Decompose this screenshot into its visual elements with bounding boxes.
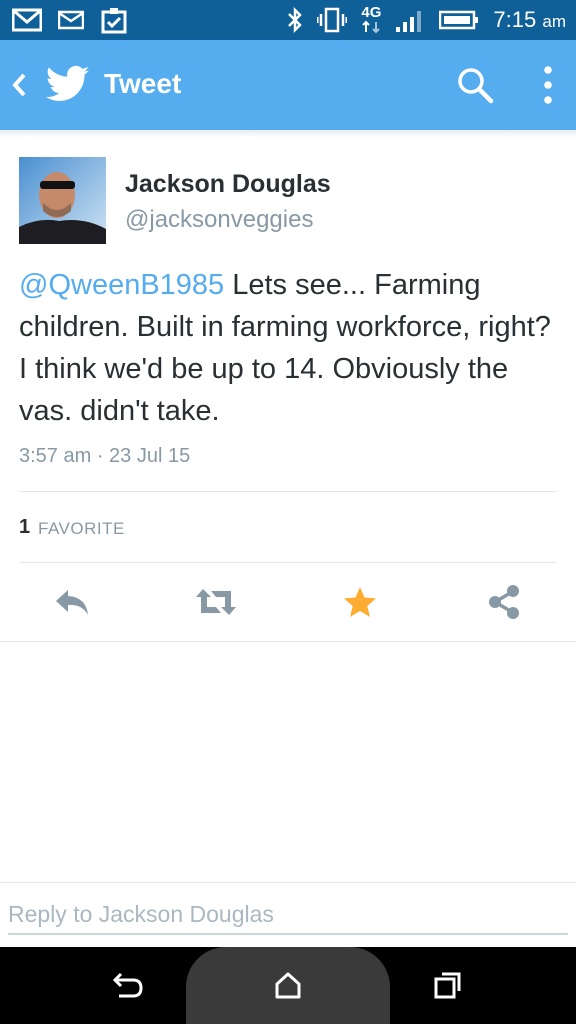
avatar-photo (19, 157, 106, 244)
tweet-text: @QweenB1985 Lets see... Farming children… (19, 264, 559, 432)
retweet-icon (196, 589, 236, 615)
overflow-menu-button[interactable] (532, 64, 564, 106)
back-button[interactable] (8, 70, 32, 100)
reply-bar (0, 882, 576, 947)
home-nav-icon (275, 972, 301, 999)
network-type-label: 4G (361, 4, 382, 21)
clock-suffix: am (542, 12, 566, 31)
chevron-left-icon (12, 73, 26, 97)
avatar[interactable] (19, 157, 106, 244)
battery-icon (439, 9, 479, 31)
search-icon (458, 68, 494, 104)
share-button[interactable] (482, 580, 526, 624)
twitter-bird-icon (45, 64, 90, 109)
nav-recents-button[interactable] (430, 967, 466, 1003)
page-title: Tweet (104, 68, 182, 99)
email-icon (58, 9, 84, 31)
author-name[interactable]: Jackson Douglas (125, 170, 331, 199)
search-button[interactable] (456, 66, 496, 106)
signal-icon (395, 7, 425, 33)
divider (0, 641, 576, 642)
clock: 7:15 am (493, 7, 566, 33)
nav-home-button[interactable] (270, 967, 306, 1003)
clock-time: 7:15 (493, 7, 537, 32)
vibrate-icon (317, 7, 348, 33)
favorite-button[interactable] (338, 580, 382, 624)
clipboard-check-icon (100, 6, 128, 34)
recents-nav-icon (434, 972, 461, 999)
divider (19, 491, 557, 492)
reply-input[interactable] (8, 895, 568, 935)
favorite-count[interactable]: 1 (19, 516, 30, 539)
reply-icon (56, 590, 88, 615)
bluetooth-icon (287, 7, 303, 33)
gmail-icon (12, 8, 42, 32)
nav-back-button[interactable] (110, 967, 146, 1003)
system-nav-bar (0, 947, 576, 1024)
favorite-label[interactable]: FAVORITE (38, 519, 125, 539)
app-bar: Tweet (0, 40, 576, 130)
app-bar-shadow (0, 130, 576, 138)
status-bar: 4G 7:15 am (0, 0, 576, 40)
more-vertical-icon (544, 66, 552, 104)
tweet-timestamp: 3:57 am · 23 Jul 15 (19, 445, 191, 467)
retweet-button[interactable] (194, 580, 238, 624)
network-4g-icon: 4G (361, 4, 382, 34)
mention-link[interactable]: @QweenB1985 (19, 269, 224, 301)
reply-button[interactable] (50, 580, 94, 624)
divider (19, 562, 557, 563)
share-icon (489, 585, 519, 619)
star-icon (344, 587, 376, 617)
back-nav-icon (112, 972, 143, 998)
author-handle[interactable]: @jacksonveggies (125, 206, 313, 234)
